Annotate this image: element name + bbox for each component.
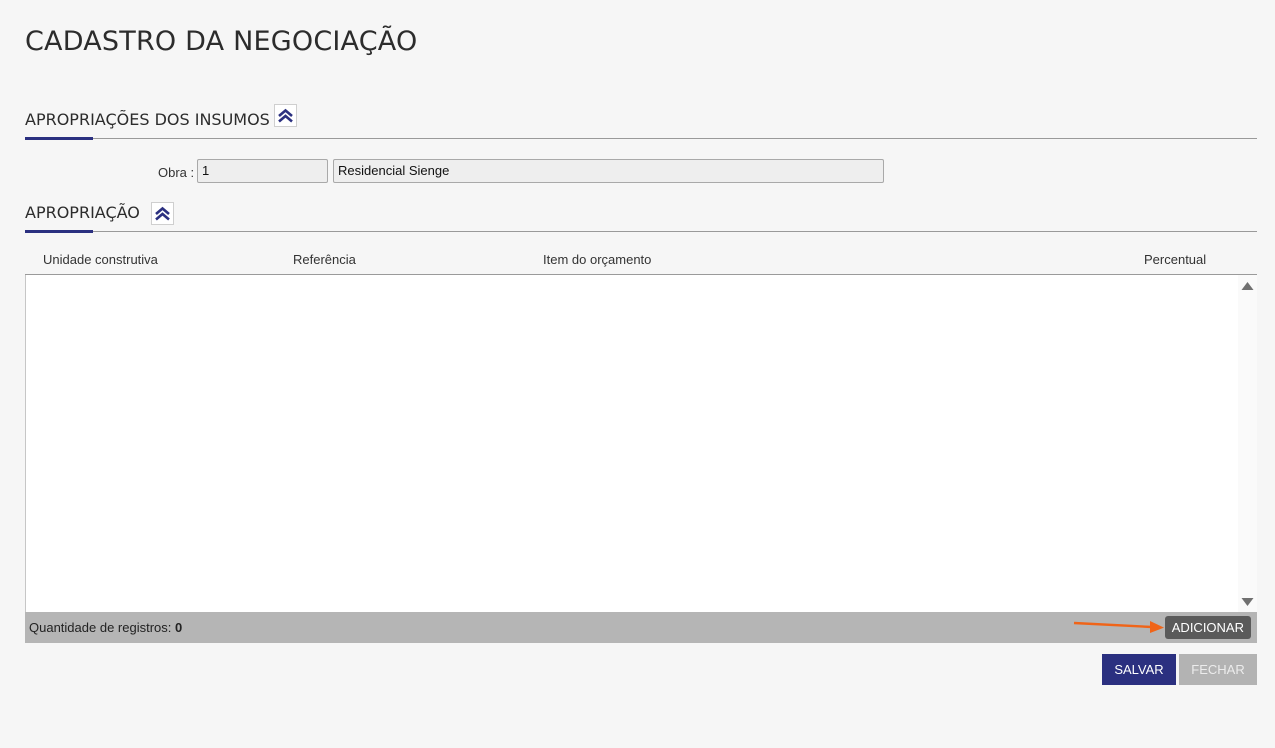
- record-count: Quantidade de registros: 0: [29, 620, 182, 635]
- scroll-up-icon[interactable]: [1241, 281, 1254, 291]
- section-accent-line: [25, 137, 93, 140]
- vertical-scrollbar[interactable]: [1238, 275, 1257, 612]
- column-header-referencia[interactable]: Referência: [293, 252, 356, 267]
- annotation-arrow-icon: [1073, 621, 1164, 633]
- table-header: Unidade construtiva Referência Item do o…: [25, 245, 1257, 276]
- section-title-apropriacao: APROPRIAÇÃO: [25, 203, 140, 222]
- section-accent-line: [25, 230, 93, 233]
- collapse-apropriacao-button[interactable]: [151, 202, 174, 225]
- double-chevron-up-icon: [278, 108, 293, 123]
- section-header-insumos: APROPRIAÇÕES DOS INSUMOS: [25, 104, 1257, 140]
- obra-name-field[interactable]: Residencial Sienge: [333, 159, 884, 183]
- record-count-label: Quantidade de registros:: [29, 620, 172, 635]
- column-header-percentual[interactable]: Percentual: [1144, 252, 1206, 267]
- collapse-insumos-button[interactable]: [274, 104, 297, 127]
- record-count-value: 0: [175, 620, 183, 635]
- section-header-apropriacao: APROPRIAÇÃO: [25, 197, 1257, 233]
- close-button[interactable]: FECHAR: [1179, 654, 1257, 685]
- section-title-insumos: APROPRIAÇÕES DOS INSUMOS: [25, 110, 270, 129]
- double-chevron-up-icon: [155, 206, 170, 221]
- page-title: CADASTRO DA NEGOCIAÇÃO: [25, 26, 418, 57]
- add-button[interactable]: ADICIONAR: [1164, 616, 1251, 639]
- save-button[interactable]: SALVAR: [1102, 654, 1176, 685]
- obra-label: Obra :: [158, 165, 195, 180]
- obra-code-field[interactable]: 1: [197, 159, 328, 183]
- grid-body: [25, 275, 1257, 612]
- column-header-unidade[interactable]: Unidade construtiva: [43, 252, 158, 267]
- scroll-down-icon[interactable]: [1241, 597, 1254, 607]
- column-header-item[interactable]: Item do orçamento: [543, 252, 651, 267]
